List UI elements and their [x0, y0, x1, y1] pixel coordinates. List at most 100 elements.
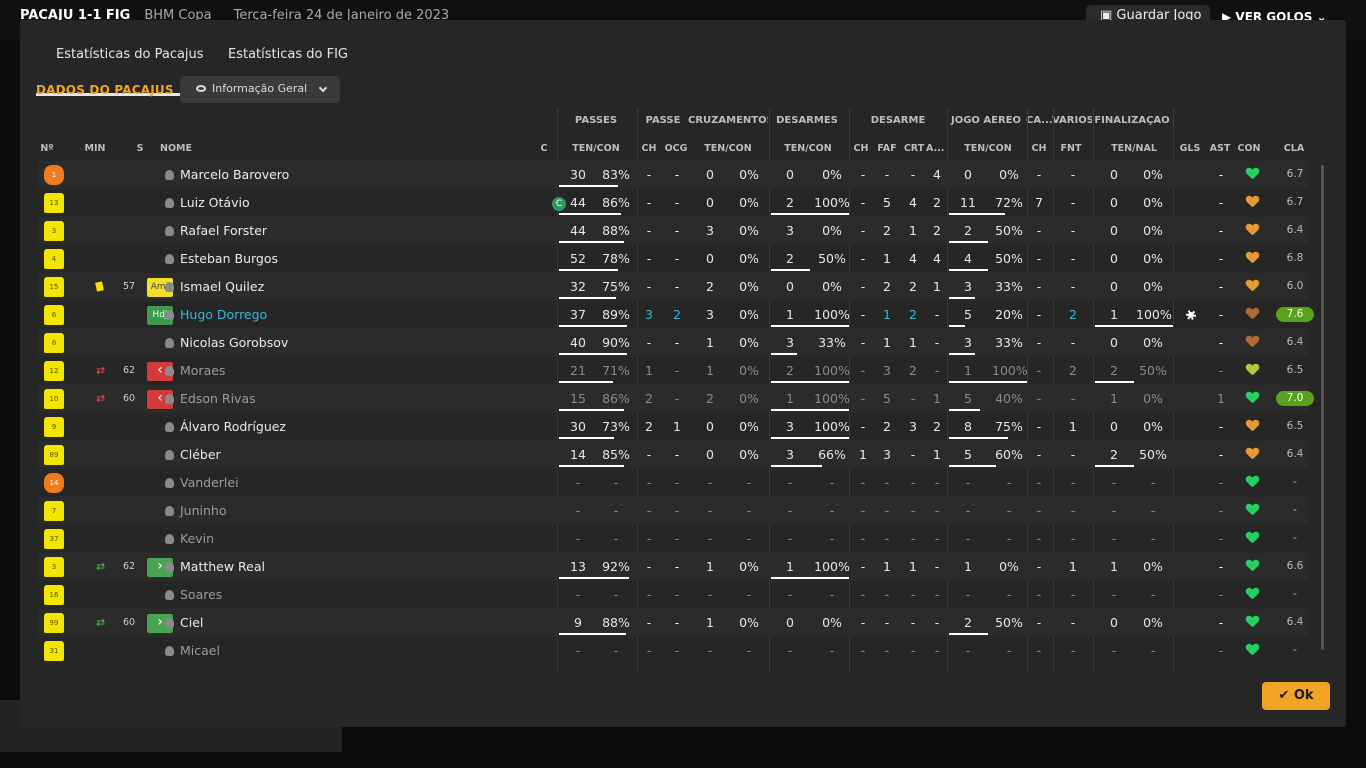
stat-cell: -	[910, 615, 916, 630]
person-icon	[165, 170, 174, 180]
stat-cell: -	[1070, 251, 1076, 266]
table-row[interactable]: 89 Cléber 14 85% - -0 0% 3 66% 1 3-1 5 60% - -2 50% -6.4	[38, 441, 1308, 469]
stat-cell: 0%	[999, 167, 1019, 182]
stat-cell: -	[646, 167, 652, 182]
player-name[interactable]: Ciel	[180, 615, 203, 630]
stat-cell: 0%	[1143, 559, 1163, 574]
column-header: MIN	[84, 143, 106, 154]
table-row[interactable]: 3 ⇄ 62 › Matthew Real 13 92% - -1 0% 1 100% -1 1-1 0% -…	[38, 553, 1308, 581]
table-row[interactable]: 1 Marcelo Barovero 30 83% - - 0 0% 0 0% - - - 4 0 0% - - 0…	[38, 161, 1308, 189]
player-name[interactable]: Kevin	[180, 531, 214, 546]
stat-cell: -	[860, 307, 866, 322]
player-name[interactable]: Álvaro Rodríguez	[180, 419, 286, 434]
column-header: CH	[641, 143, 657, 154]
table-row[interactable]: 8 Nicolas Gorobsov 40 90% - -1 0% 3 33% -1 1-3 33% -…	[38, 329, 1308, 357]
player-name[interactable]: Esteban Burgos	[180, 251, 278, 266]
substitution-icon: ⇄	[96, 560, 106, 573]
stat-cell: 0%	[739, 335, 759, 350]
stat-cell: 73%	[602, 419, 630, 434]
stat-cell: 1	[883, 251, 891, 266]
stat-cell: -	[787, 503, 793, 518]
player-name[interactable]: Edson Rivas	[180, 391, 256, 406]
player-name[interactable]: Marcelo Barovero	[180, 167, 289, 182]
table-row[interactable]: 14 Vanderlei - - - - - - - - - - - - - - - - - - - -	[38, 469, 1308, 497]
player-name[interactable]: Moraes	[180, 363, 225, 378]
stat-cell: 1	[883, 335, 891, 350]
table-row[interactable]: 15 57 Amr Ismael Quilez 32 75% - -2 0% 0 0% -2 2 1 3 33…	[38, 273, 1308, 301]
stat-cell: -	[674, 195, 680, 210]
stat-cell: 13	[570, 559, 586, 574]
player-name[interactable]: Vanderlei	[180, 475, 239, 490]
stat-cell: -	[787, 587, 793, 602]
stat-cell: -	[934, 503, 940, 518]
stat-cell: -	[674, 363, 680, 378]
stat-cell: -	[646, 531, 652, 546]
stat-cell: -	[646, 475, 652, 490]
table-row[interactable]: 31 Micael - - - - - - - - - - - - - - - - - - - -	[38, 637, 1308, 665]
table-row[interactable]: 10 ⇄ 60 ‹ Edson Rivas 15 86% 2-2 0% 1 100% -5-1 5 40%…	[38, 385, 1314, 413]
player-name[interactable]: Ismael Quilez	[180, 279, 264, 294]
stat-cell: 2	[909, 363, 917, 378]
player-name[interactable]: Matthew Real	[180, 559, 265, 574]
group-header: JOGO AÉREO	[950, 115, 1021, 126]
player-name[interactable]: Nicolas Gorobsov	[180, 335, 288, 350]
table-row[interactable]: 12 ⇄ 62 ‹ Moraes 21 71% 1-1 0% 2 100% -3 2-1 100% -2 2 5…	[38, 357, 1308, 385]
stat-cell: 2	[909, 307, 917, 322]
table-row[interactable]: 13 Luiz Otávio C 44 86% - -0 0% 2 100% -5 4 2 11 72% 7-…	[38, 189, 1308, 217]
table-row[interactable]: 16 Soares - - - - - - - - - - - - - - - - - - - -	[38, 581, 1308, 609]
stat-cell: 3	[706, 307, 714, 322]
player-name[interactable]: Soares	[180, 587, 222, 602]
stat-cell: -	[860, 643, 866, 658]
stat-cell: -	[1218, 531, 1224, 546]
stat-cell: -	[910, 587, 916, 602]
group-header: PASSES	[574, 115, 618, 126]
table-row[interactable]: 99 ⇄ 60 › Ciel 9 88% - -1 0% 0 0% - - - -2 50% - -0 0% -6.4	[38, 609, 1308, 637]
percentage-bar	[771, 437, 849, 439]
table-scrollbar[interactable]	[1321, 165, 1324, 650]
table-row[interactable]: 6 HdJ Hugo Dorrego 37 89% 3 2 3 0% 1 100% -1 2-5 20% -…	[38, 301, 1314, 329]
player-name[interactable]: Cléber	[180, 447, 221, 462]
column-header: AST	[1209, 143, 1231, 154]
table-row[interactable]: 37 Kevin - - - - - - - - - - - - - - - - - - - -	[38, 525, 1308, 553]
stat-cell: -	[1070, 335, 1076, 350]
stat-cell: 1	[1217, 391, 1225, 406]
stat-cell: -	[1036, 447, 1042, 462]
column-header: FAF	[877, 143, 897, 154]
stat-cell: 0%	[999, 559, 1019, 574]
stat-cell: -	[646, 223, 652, 238]
stat-cell: 85%	[602, 447, 630, 462]
table-row[interactable]: 7 Juninho - - - - - - - - - - - - - - - - - - - -	[38, 497, 1308, 525]
ok-button[interactable]: ✔ Ok	[1262, 682, 1330, 710]
stat-cell: -	[1111, 503, 1117, 518]
person-icon	[165, 618, 174, 628]
table-row[interactable]: 3 Rafael Forster 44 88% - -3 0% 3 0% -2 1 2 2 50% - -0 0…	[38, 217, 1308, 245]
percentage-bar	[559, 409, 624, 411]
percentage-bar	[559, 269, 618, 271]
stat-cell: -	[1036, 559, 1042, 574]
table-row[interactable]: 9 Álvaro Rodríguez 30 73% 2 1 0 0% 3 100% -2 3 2 8 75%…	[38, 413, 1308, 441]
player-name[interactable]: Micael	[180, 643, 220, 658]
stat-cell: 5	[964, 447, 972, 462]
stat-cell: -	[1036, 587, 1042, 602]
rating-badge: 6.0	[1286, 280, 1304, 292]
stat-cell: 0	[1110, 167, 1118, 182]
group-header: PASSE	[645, 115, 681, 126]
table-row[interactable]: 4 Esteban Burgos 52 78% - -0 0% 2 50% -1 4 4 4 50% - -0…	[38, 245, 1308, 273]
stat-cell: 100%	[814, 195, 850, 210]
stat-cell: -	[575, 531, 581, 546]
stat-cell: 0%	[739, 559, 759, 574]
stat-cell: -	[1218, 615, 1224, 630]
stat-cell: 2	[1110, 447, 1118, 462]
stat-cell: -	[674, 531, 680, 546]
stat-cell: -	[1006, 475, 1012, 490]
shirt-number: 16	[44, 585, 64, 605]
player-name[interactable]: Rafael Forster	[180, 223, 267, 238]
stat-cell: 0	[786, 167, 794, 182]
player-name[interactable]: Hugo Dorrego	[180, 307, 267, 322]
group-header: DESARMES	[776, 115, 838, 126]
stat-cell: 50%	[995, 223, 1023, 238]
stat-cell: 0%	[739, 195, 759, 210]
player-name[interactable]: Juninho	[180, 503, 227, 518]
player-name[interactable]: Luiz Otávio	[180, 195, 250, 210]
stat-cell: 2	[933, 419, 941, 434]
